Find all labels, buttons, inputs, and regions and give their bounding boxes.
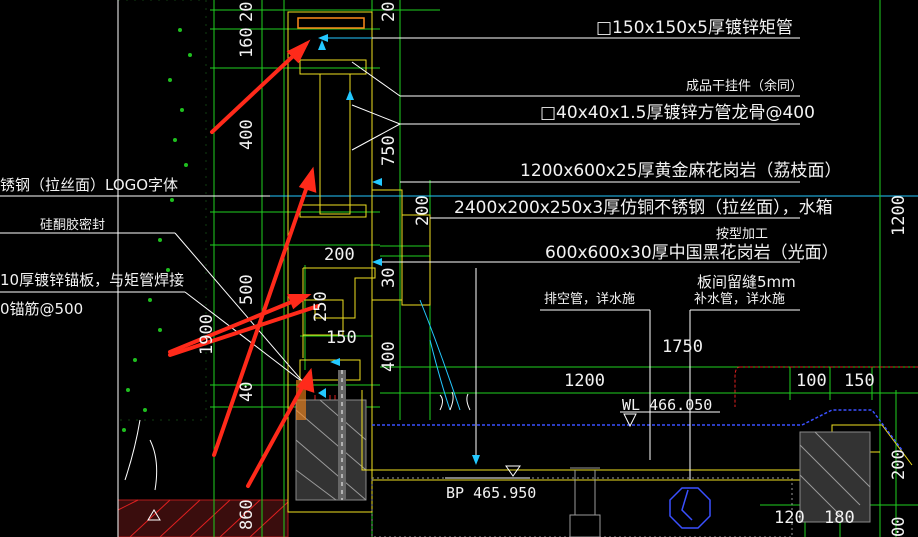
planting-hatch — [117, 0, 207, 491]
dim-1200: 1200 — [564, 371, 605, 391]
dim-1200-right: 1200 — [889, 195, 909, 236]
note-anchor-plate: 10厚镀锌锚板，与矩管焊接 — [0, 271, 184, 289]
dim-160: 160 — [237, 27, 257, 58]
dim-150: 150 — [326, 328, 357, 348]
note-granite-yellow: 1200x600x25厚黄金麻花岗岩（荔枝面） — [520, 161, 841, 181]
dim-30: 30 — [379, 268, 399, 288]
dim-200-right: 200 — [889, 449, 909, 480]
left-annotations: 锈钢（拉丝面）LOGO字体 硅酮胶密封 10厚镀锌锚板，与矩管焊接 0锚筋@50… — [0, 176, 184, 318]
dim-200-horizontal: 200 — [324, 245, 355, 265]
level-markers: WL 466.050 BP 465.950 — [446, 396, 712, 502]
right-annotations: □150x150x5厚镀锌矩管 成品干挂件（余同） □40x40x1.5厚镀锌方… — [454, 18, 841, 307]
dim-400-left: 400 — [237, 119, 257, 150]
dim-1750: 1750 — [662, 337, 703, 357]
note-dry-hang: 成品干挂件（余同） — [686, 78, 803, 94]
water-level-label: WL 466.050 — [622, 396, 712, 414]
dim-20-top-right: 20 — [379, 2, 399, 22]
dim-500: 500 — [237, 274, 257, 305]
note-shape-process: 按型加工 — [716, 227, 768, 242]
dim-150-right: 150 — [844, 371, 875, 391]
dim-100: 100 — [796, 371, 827, 391]
dim-400-right: 400 — [379, 341, 399, 372]
dim-40: 40 — [237, 382, 257, 402]
dim-180: 180 — [824, 508, 855, 528]
note-anchor-bar: 0锚筋@500 — [0, 300, 83, 318]
dim-20-top-left: 20 — [237, 2, 257, 22]
dim-860: 860 — [237, 499, 257, 530]
note-logo-text: 锈钢（拉丝面）LOGO字体 — [0, 176, 178, 194]
dim-00: 00 — [889, 517, 909, 537]
dim-120: 120 — [774, 508, 805, 528]
bottom-level-label: BP 465.950 — [446, 484, 536, 502]
dim-200-vertical: 200 — [413, 195, 433, 226]
note-granite-black: 600x600x30厚中国黑花岗岩（光面） — [545, 243, 839, 263]
note-feed-pipe: 补水管，详水施 — [694, 292, 785, 307]
dim-1900: 1900 — [197, 314, 217, 355]
note-steel-tube: □150x150x5厚镀锌矩管 — [596, 18, 793, 38]
note-joint-gap: 板间留缝5mm — [697, 273, 796, 291]
note-drain-pipe: 排空管，详水施 — [544, 292, 635, 307]
cad-drawing-canvas: 20 160 400 500 1900 40 860 20 750 200 30… — [0, 0, 918, 537]
note-copper-steel: 2400x200x250x3厚仿铜不锈钢（拉丝面），水箱 — [454, 198, 833, 218]
note-silicone-seal: 硅酮胶密封 — [40, 217, 105, 233]
note-keel: □40x40x1.5厚镀锌方管龙骨@400 — [540, 103, 815, 123]
dim-250: 250 — [311, 291, 331, 322]
dim-750: 750 — [379, 135, 399, 166]
